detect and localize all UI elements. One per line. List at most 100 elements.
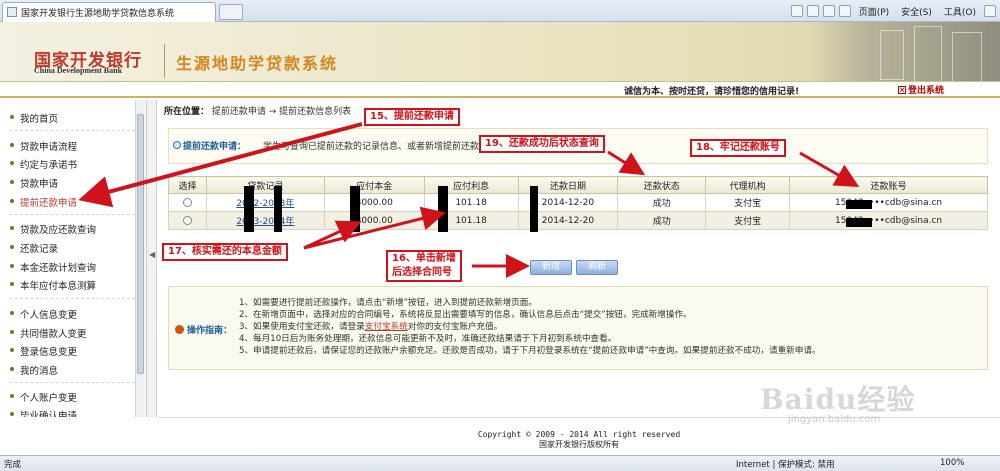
notice-text: 学生可查询已提前还款的记录信息、或者新增提前还款申请。: [263, 142, 507, 152]
sidebar-divider: [10, 214, 135, 215]
guide-line-3: 3、如果使用支付宝还款，请登录支付宝系统对你的支付宝账户充值。: [239, 321, 821, 333]
table-header-row: 选择 贷款记录 应付本金 应付利息 还款日期 还款状态 代理机构 还款账号: [168, 176, 988, 194]
annotation-18: 18、牢记还款账号: [690, 139, 786, 157]
sidebar-item-messages[interactable]: 我的消息: [9, 363, 58, 377]
sidebar-item-agreement[interactable]: 约定与承诺书: [9, 157, 77, 171]
new-tab-button[interactable]: [219, 4, 243, 20]
help-icon[interactable]: [984, 5, 996, 17]
safety-menu[interactable]: 安全(S): [897, 3, 936, 19]
tools-menu[interactable]: 工具(O): [940, 3, 980, 19]
col-account: 还款账号: [789, 176, 988, 194]
browser-tab-bar: 国家开发银行生源地助学贷款信息系统 页面(P) 安全(S) 工具(O): [0, 0, 1000, 22]
status-cell: 成功: [617, 193, 707, 212]
annotation-17: 17、核实需还的本息金额: [162, 243, 288, 261]
watermark-url: jingyan.baidu.com: [788, 414, 881, 425]
browser-tab[interactable]: 国家开发银行生源地助学贷款信息系统: [2, 2, 216, 22]
feeds-icon[interactable]: [806, 5, 819, 17]
watermark-logo: Baidu经验: [760, 383, 916, 416]
frame-splitter[interactable]: ◀: [147, 100, 157, 417]
col-select: 选择: [168, 176, 207, 194]
principal-cell: 3000.00: [323, 193, 425, 212]
page-menu[interactable]: 页面(P): [855, 3, 893, 19]
alipay-link[interactable]: 支付宝系统: [365, 322, 408, 332]
guide-line-2: 2、在新增页面中，选择对应的合同编号，系统将反显出需要填写的信息，确认信息后点击…: [239, 310, 692, 320]
slogan-bar: 诚信为本、按时还贷，请珍惜您的信用记录! × 登出系统: [0, 82, 1000, 98]
status-text: 完成: [4, 460, 22, 470]
row-select-radio[interactable]: [182, 197, 192, 207]
add-button[interactable]: 新增: [530, 260, 572, 275]
row-select-radio[interactable]: [182, 215, 192, 225]
sidebar-item-login-info[interactable]: 登录信息变更: [9, 344, 77, 358]
guide-line-3-text: 3、如果使用支付宝还款，请登录: [239, 322, 365, 332]
guide-line-4: 4、每月10日后为账务处理期，还款信息可能更新不及时，准确还款结果请于下月初到系…: [239, 334, 617, 344]
print-icon[interactable]: [838, 5, 851, 17]
browser-toolbar: 页面(P) 安全(S) 工具(O): [790, 3, 996, 19]
agent-cell: 支付宝: [705, 193, 791, 212]
breadcrumb: 所在位置： 提前还款申请 → 提前还款信息列表: [164, 104, 351, 117]
building-window: [880, 30, 904, 80]
sidebar-item-prepayment[interactable]: 提前还款申请: [9, 195, 77, 209]
scrollbar-thumb[interactable]: [137, 114, 144, 374]
guide-line-5: 5、申请提前还款后，请保证您的还款账户余额充足。还款是否成功，请于下月初登录系统…: [239, 346, 821, 356]
sidebar-divider: [10, 298, 135, 299]
home-icon[interactable]: [790, 5, 803, 17]
sidebar-item-loan-apply[interactable]: 贷款申请: [9, 176, 58, 190]
redaction-bar: [846, 218, 872, 227]
sidebar-divider: [10, 382, 135, 383]
zoom-level[interactable]: 100%: [940, 458, 964, 468]
browser-tab-title: 国家开发银行生源地助学贷款信息系统: [21, 9, 175, 19]
sidebar-item-interest-estimate[interactable]: 本年应付本息测算: [9, 278, 96, 292]
sidebar-item-loan-query[interactable]: 贷款及应还款查询: [9, 222, 96, 236]
redaction-bar: [438, 186, 448, 232]
agent-cell: 支付宝: [705, 211, 791, 230]
col-agent: 代理机构: [705, 176, 791, 194]
guide-title: 操作指南：: [187, 326, 233, 336]
col-status: 还款状态: [617, 176, 707, 194]
mail-icon[interactable]: [822, 5, 835, 17]
redaction-bar: [274, 186, 282, 232]
building-window: [914, 26, 942, 81]
collapse-arrow-icon[interactable]: ◀: [149, 250, 155, 259]
annotation-15: 15、提前还款申请: [364, 108, 460, 126]
security-zone: Internet | 保护模式: 禁用: [736, 460, 835, 470]
principal-cell: 3000.00: [323, 211, 425, 230]
sidebar-item-home[interactable]: 我的首页: [9, 111, 58, 125]
redaction-bar: [530, 186, 538, 232]
guide-icon: [175, 325, 184, 334]
page-favicon-icon: [7, 7, 17, 17]
copyright-owner: 国家开发银行版权所有: [539, 440, 619, 449]
refresh-button[interactable]: 刷新: [576, 260, 618, 275]
annotation-19: 19、还款成功后状态查询: [479, 135, 605, 153]
annotation-16: 16、单击新增 后选择合同号: [386, 250, 462, 282]
sidebar-item-personal-info[interactable]: 个人信息变更: [9, 307, 77, 321]
copyright-text: Copyright © 2009 - 2014 All right reserv…: [477, 430, 681, 439]
guide-list: 1、如需要进行提前还款操作，请点击“新增”按钮，进入到提前还款新增页面。 2、在…: [239, 297, 821, 357]
col-loan-record: 贷款记录: [205, 176, 325, 194]
sidebar-item-repayment-records[interactable]: 还款记录: [9, 241, 58, 255]
guide-header: 操作指南：: [175, 323, 232, 336]
redaction-bar: [244, 186, 254, 232]
annotation-16-line2: 后选择合同号: [392, 267, 452, 278]
annotation-16-line1: 16、单击新增: [392, 253, 456, 264]
sidebar-item-account-change[interactable]: 个人账户变更: [9, 390, 77, 404]
credit-slogan: 诚信为本、按时还贷，请珍惜您的信用记录!: [624, 87, 800, 97]
logout-link[interactable]: × 登出系统: [898, 83, 944, 96]
sidebar: 我的首页 贷款申请流程 约定与承诺书 贷款申请 提前还款申请 贷款及应还款查询 …: [0, 100, 147, 417]
sidebar-scrollbar[interactable]: [135, 100, 145, 417]
sidebar-item-graduation[interactable]: 毕业确认申请: [9, 408, 77, 417]
sidebar-item-principal-plan[interactable]: 本金还款计划查询: [9, 260, 96, 274]
logout-label: 登出系统: [908, 86, 945, 96]
sidebar-item-co-borrower[interactable]: 共同借款人变更: [10, 326, 87, 340]
browser-status-bar: 完成 Internet | 保护模式: 禁用 100%: [0, 455, 1000, 471]
account-cell: 15042••••cdb@sina.cn: [789, 193, 988, 212]
sidebar-divider: [10, 130, 135, 131]
operation-guide: 操作指南： 1、如需要进行提前还款操作，请点击“新增”按钮，进入到提前还款新增页…: [168, 286, 988, 370]
guide-line-1: 1、如需要进行提前还款操作，请点击“新增”按钮，进入到提前还款新增页面。: [239, 298, 537, 308]
logo-divider: [164, 44, 165, 78]
col-principal: 应付本金: [323, 176, 425, 194]
system-title: 生源地助学贷款系统: [176, 54, 339, 73]
notice-title: 提前还款申请：: [183, 142, 247, 152]
close-icon: ×: [898, 85, 906, 94]
building-window: [952, 32, 982, 81]
sidebar-item-loan-process[interactable]: 贷款申请流程: [9, 139, 77, 153]
